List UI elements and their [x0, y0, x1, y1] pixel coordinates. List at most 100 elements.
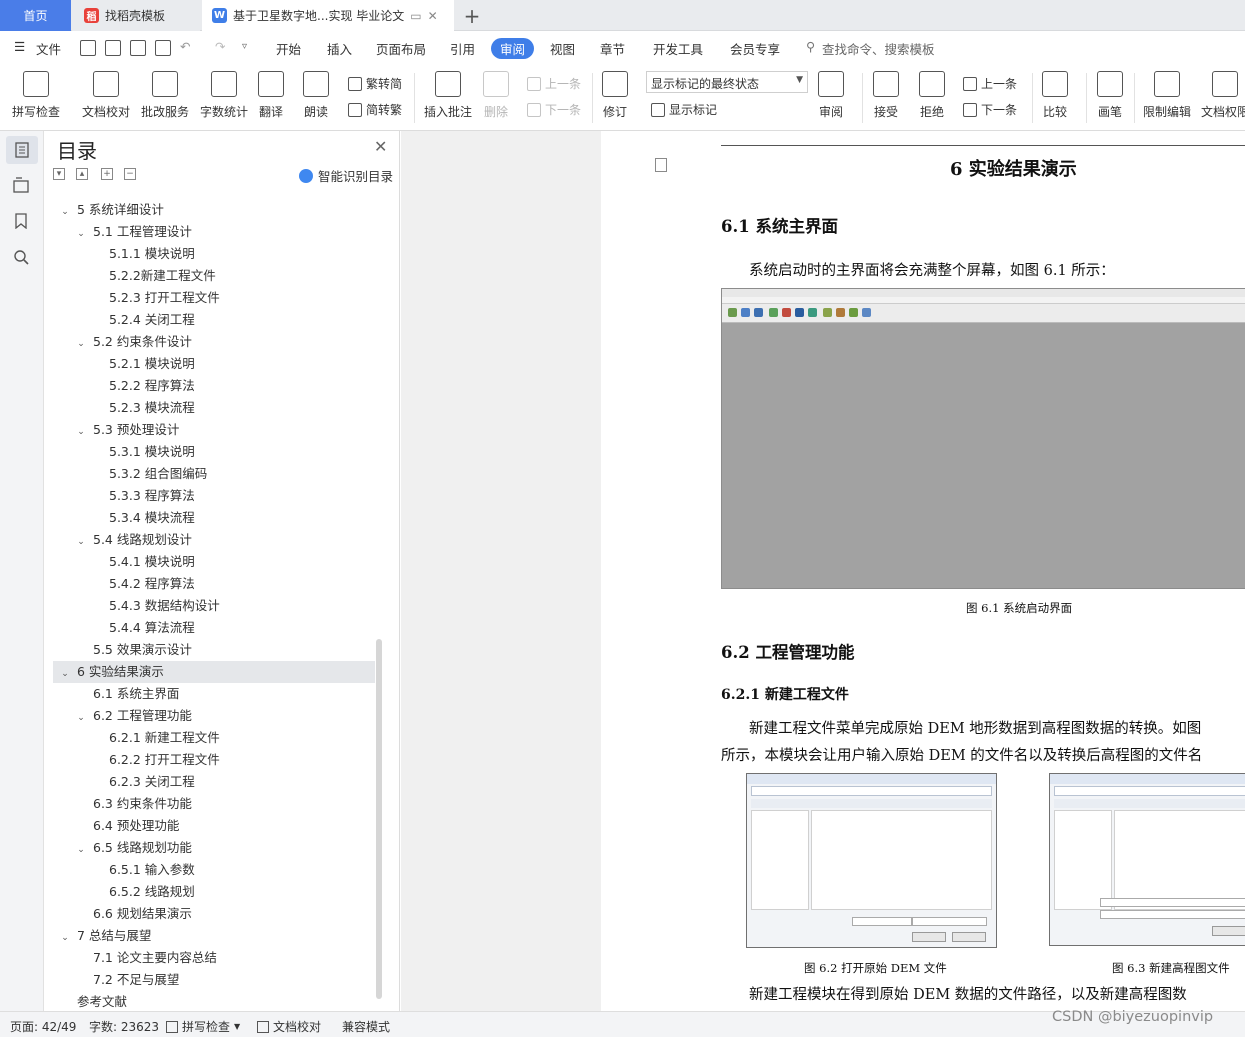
- chevron-down-icon[interactable]: ⌄: [75, 707, 87, 729]
- tab-document[interactable]: W 基于卫星数字地...实现 毕业论文 ▭ ✕: [202, 0, 454, 31]
- menu-review[interactable]: 审阅: [491, 38, 535, 59]
- revise-button[interactable]: 修订: [602, 71, 628, 120]
- toc-item[interactable]: 7.2 不足与展望: [53, 969, 375, 991]
- toc-item[interactable]: 5.1.1 模块说明: [53, 243, 375, 265]
- menu-reference[interactable]: 引用: [450, 39, 475, 58]
- menu-member[interactable]: 会员专享: [730, 39, 780, 58]
- print-preview-icon[interactable]: [155, 40, 171, 56]
- toc-item[interactable]: ⌄ 5.3 预处理设计: [53, 419, 375, 441]
- toc-item[interactable]: ⌄ 5 系统详细设计: [53, 199, 375, 221]
- compare-button[interactable]: 比较: [1042, 71, 1068, 120]
- delete-comment-button[interactable]: 删除: [483, 71, 509, 120]
- menu-layout[interactable]: 页面布局: [376, 39, 426, 58]
- toc-item[interactable]: ⌄ 6.2 工程管理功能: [53, 705, 375, 727]
- pen-button[interactable]: 画笔: [1097, 71, 1123, 120]
- prev-comment-button[interactable]: 上一条: [527, 75, 581, 92]
- save-icon[interactable]: [80, 40, 96, 56]
- toc-item[interactable]: ⌄ 5.2 约束条件设计: [53, 331, 375, 353]
- spellcheck-button[interactable]: 拼写检查: [12, 71, 60, 120]
- toc-item[interactable]: 6.2.2 打开工程文件: [53, 749, 375, 771]
- menu-dev-tools[interactable]: 开发工具: [653, 39, 703, 58]
- chevron-down-icon[interactable]: ⌄: [75, 421, 87, 443]
- reject-button[interactable]: 拒绝: [919, 71, 945, 120]
- command-search[interactable]: 查找命令、搜索模板: [822, 39, 935, 58]
- search-icon[interactable]: ⚲: [806, 39, 815, 54]
- toc-panel-icon[interactable]: [6, 136, 38, 164]
- toc-item[interactable]: 7.1 论文主要内容总结: [53, 947, 375, 969]
- toc-item[interactable]: 5.3.4 模块流程: [53, 507, 375, 529]
- print-icon[interactable]: [130, 40, 146, 56]
- outline-panel-icon[interactable]: [11, 175, 31, 195]
- toc-item[interactable]: 6.5.1 输入参数: [53, 859, 375, 881]
- to-traditional-button[interactable]: 繁转简: [348, 75, 402, 92]
- proofread-status[interactable]: 文档校对: [257, 1018, 321, 1035]
- toc-item[interactable]: 5.4.2 程序算法: [53, 573, 375, 595]
- toc-item[interactable]: 5.2.2新建工程文件: [53, 265, 375, 287]
- toc-item[interactable]: ⌄ 5.4 线路规划设计: [53, 529, 375, 551]
- toc-item[interactable]: 5.3.3 程序算法: [53, 485, 375, 507]
- markup-state-select[interactable]: 显示标记的最终状态 ▼: [646, 71, 808, 93]
- remove-heading-icon[interactable]: −: [124, 168, 136, 180]
- toc-item[interactable]: ⌄ 6.5 线路规划功能: [53, 837, 375, 859]
- toc-item[interactable]: ⌄ 7 总结与展望: [53, 925, 375, 947]
- toc-item[interactable]: 6.2.1 新建工程文件: [53, 727, 375, 749]
- translate-button[interactable]: 翻译: [258, 71, 284, 120]
- toc-item[interactable]: 5.4.4 算法流程: [53, 617, 375, 639]
- toc-item[interactable]: 5.2.4 关闭工程: [53, 309, 375, 331]
- toc-item[interactable]: 5.5 效果演示设计: [53, 639, 375, 661]
- toc-item[interactable]: 参考文献: [53, 991, 375, 1009]
- word-count-button[interactable]: 字数统计: [200, 71, 248, 120]
- accept-button[interactable]: 接受: [873, 71, 899, 120]
- toc-item[interactable]: 6.1 系统主界面: [53, 683, 375, 705]
- close-icon[interactable]: ✕: [374, 137, 387, 156]
- toc-item[interactable]: 5.3.1 模块说明: [53, 441, 375, 463]
- toc-item[interactable]: 6.5.2 线路规划: [53, 881, 375, 903]
- undo-icon[interactable]: ↶: [180, 39, 190, 54]
- read-aloud-button[interactable]: 朗读: [303, 71, 329, 120]
- toc-item[interactable]: 6.3 约束条件功能: [53, 793, 375, 815]
- tab-pin-icon[interactable]: ▭: [410, 9, 421, 23]
- toc-item[interactable]: 5.2.1 模块说明: [53, 353, 375, 375]
- toc-item[interactable]: 5.3.2 组合图编码: [53, 463, 375, 485]
- redo-icon[interactable]: ↷: [215, 39, 225, 54]
- expand-up-icon[interactable]: ▴: [76, 168, 88, 180]
- toc-item[interactable]: 5.2.3 模块流程: [53, 397, 375, 419]
- word-count-indicator[interactable]: 字数: 23623: [89, 1018, 159, 1035]
- toc-item[interactable]: 6.6 规划结果演示: [53, 903, 375, 925]
- doc-permission-button[interactable]: 文档权限: [1201, 71, 1245, 120]
- toc-item[interactable]: 6.4 预处理功能: [53, 815, 375, 837]
- export-pdf-icon[interactable]: [105, 40, 121, 56]
- show-markup-button[interactable]: 显示标记: [651, 101, 717, 118]
- insert-comment-button[interactable]: 插入批注: [424, 71, 472, 120]
- smart-toc-button[interactable]: 智能识别目录: [299, 166, 393, 185]
- batch-service-button[interactable]: 批改服务: [141, 71, 189, 120]
- tab-close-icon[interactable]: ✕: [428, 9, 438, 23]
- hamburger-icon[interactable]: ☰: [14, 39, 25, 54]
- spellcheck-status[interactable]: 拼写检查 ▼: [166, 1018, 240, 1035]
- chevron-down-icon[interactable]: ⌄: [75, 839, 87, 861]
- toc-item[interactable]: 6.2.3 关闭工程: [53, 771, 375, 793]
- toc-item[interactable]: ⌄ 5.1 工程管理设计: [53, 221, 375, 243]
- tab-docer[interactable]: 稻 找稻壳模板: [72, 0, 200, 31]
- tab-home[interactable]: 首页: [0, 0, 71, 31]
- chevron-down-icon[interactable]: ⌄: [75, 333, 87, 355]
- page-indicator[interactable]: 页面: 42/49: [10, 1018, 76, 1035]
- quick-access-chevron-icon[interactable]: ▿: [242, 41, 247, 52]
- next-comment-button[interactable]: 下一条: [527, 101, 581, 118]
- add-heading-icon[interactable]: +: [101, 168, 113, 180]
- document-page[interactable]: 6 实验结果演示 6.1 系统主界面 系统启动时的主界面将会充满整个屏幕，如图 …: [601, 131, 1245, 1011]
- bookmark-icon[interactable]: [11, 211, 31, 231]
- collapse-all-icon[interactable]: ▾: [53, 168, 65, 180]
- chevron-down-icon[interactable]: ⌄: [75, 223, 87, 245]
- menu-file[interactable]: 文件: [36, 39, 61, 58]
- toc-item[interactable]: ⌄ 6 实验结果演示: [53, 661, 375, 683]
- page-options-icon[interactable]: [655, 158, 667, 172]
- toc-item[interactable]: 5.2.2 程序算法: [53, 375, 375, 397]
- chevron-down-icon[interactable]: ⌄: [59, 663, 71, 685]
- chevron-down-icon[interactable]: ⌄: [59, 201, 71, 223]
- menu-insert[interactable]: 插入: [327, 39, 352, 58]
- chevron-down-icon[interactable]: ⌄: [59, 927, 71, 949]
- toc-scrollbar[interactable]: [376, 639, 382, 999]
- toc-item[interactable]: 5.4.1 模块说明: [53, 551, 375, 573]
- menu-chapter[interactable]: 章节: [600, 39, 625, 58]
